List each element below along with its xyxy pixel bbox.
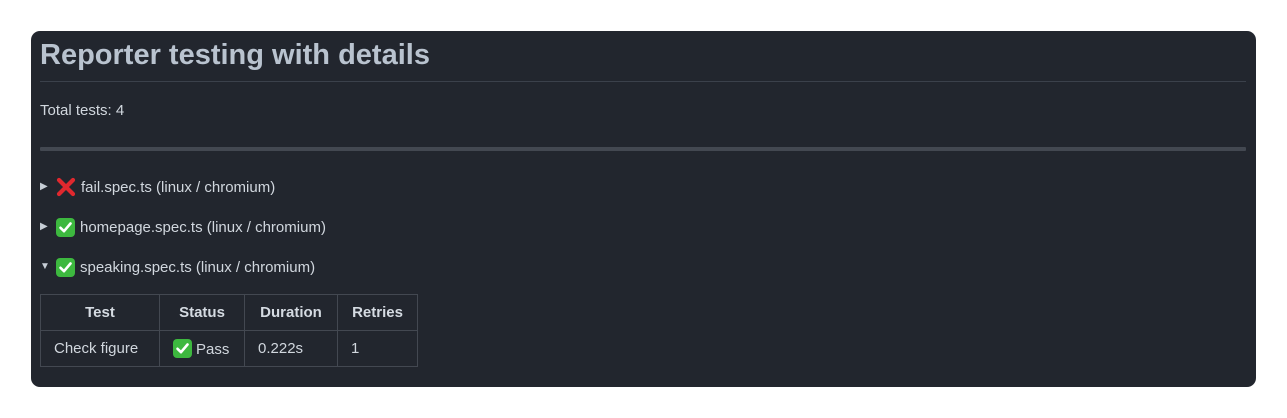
table-header-row: Test Status Duration Retries — [40, 294, 418, 331]
cell-retries: 1 — [337, 330, 418, 367]
spec-item-fail[interactable]: ▶ fail.spec.ts (linux / chromium) — [40, 177, 1246, 197]
status-text: Pass — [196, 341, 230, 358]
cell-duration: 0.222s — [244, 330, 338, 367]
results-table: Test Status Duration Retries Check figur… — [40, 294, 418, 367]
column-header-duration: Duration — [244, 294, 338, 331]
spec-item-homepage[interactable]: ▶ homepage.spec.ts (linux / chromium) — [40, 217, 1246, 237]
column-header-test: Test — [40, 294, 160, 331]
page-title: Reporter testing with details — [40, 31, 1246, 82]
table-row: Check figure Pass 0.222s 1 — [40, 330, 418, 367]
green-check-icon — [56, 257, 75, 277]
column-header-status: Status — [159, 294, 245, 331]
report-card: Reporter testing with details Total test… — [31, 31, 1256, 387]
spec-label: speaking.spec.ts (linux / chromium) — [80, 258, 316, 276]
total-tests-text: Total tests: 4 — [40, 102, 125, 119]
spec-label: fail.spec.ts (linux / chromium) — [81, 178, 276, 196]
green-check-icon — [173, 339, 192, 358]
spec-label: homepage.spec.ts (linux / chromium) — [80, 218, 326, 236]
divider — [40, 147, 1246, 151]
red-cross-icon — [56, 177, 76, 197]
column-header-retries: Retries — [337, 294, 418, 331]
spec-item-speaking[interactable]: ▼ speaking.spec.ts (linux / chromium) — [40, 257, 1246, 277]
collapsed-arrow-icon[interactable]: ▶ — [40, 217, 56, 237]
cell-test: Check figure — [40, 330, 160, 367]
expanded-arrow-icon[interactable]: ▼ — [40, 257, 56, 277]
cell-status: Pass — [159, 330, 245, 367]
collapsed-arrow-icon[interactable]: ▶ — [40, 177, 56, 197]
green-check-icon — [56, 217, 75, 237]
